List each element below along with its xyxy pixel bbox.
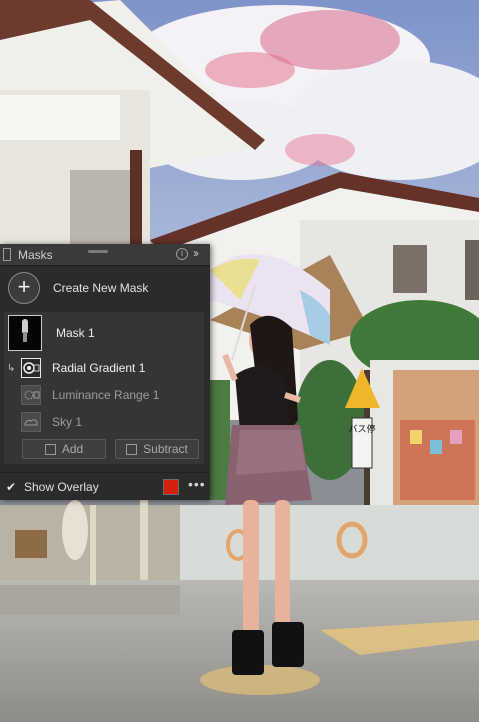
create-new-mask-button[interactable]: +: [8, 272, 40, 304]
masks-panel-header[interactable]: Masks i ››: [0, 244, 210, 266]
subtract-button[interactable]: Subtract: [115, 439, 199, 459]
mask-thumbnail[interactable]: [8, 315, 42, 351]
component-label: Sky 1: [52, 415, 83, 429]
show-overlay-label[interactable]: Show Overlay: [24, 480, 99, 494]
mask-name[interactable]: Mask 1: [56, 326, 95, 340]
radial-gradient-icon[interactable]: [21, 358, 41, 378]
bus-stop-sign-text: バス停: [348, 423, 375, 435]
masks-panel: Masks i ›› + Create New Mask Mask 1 ↳ Ra…: [0, 244, 210, 500]
panel-dock-icon[interactable]: [3, 248, 11, 261]
mask-list: Mask 1 ↳ Radial Gradient 1 Luminance Ran…: [4, 312, 204, 464]
create-new-mask-row[interactable]: + Create New Mask: [0, 266, 210, 310]
luminance-range-icon[interactable]: [21, 385, 41, 405]
panel-title: Masks: [18, 247, 53, 262]
overlay-color-swatch[interactable]: [163, 479, 179, 495]
subtract-button-label: Subtract: [143, 442, 188, 456]
sky-icon[interactable]: [21, 412, 41, 432]
show-overlay-row: ✔ Show Overlay •••: [0, 472, 210, 500]
mask-action-buttons: Add Subtract: [4, 439, 204, 461]
mask-item[interactable]: Mask 1: [4, 312, 204, 354]
component-label: Luminance Range 1: [52, 388, 160, 402]
mask-component-luminance-range[interactable]: Luminance Range 1: [4, 383, 204, 407]
mask-component-sky[interactable]: Sky 1: [4, 410, 204, 434]
component-label: Radial Gradient 1: [52, 361, 146, 375]
info-icon[interactable]: i: [176, 248, 188, 260]
add-mask-icon: [44, 443, 56, 455]
add-button[interactable]: Add: [22, 439, 106, 459]
more-options-icon[interactable]: •••: [188, 476, 206, 492]
add-button-label: Add: [61, 442, 84, 456]
drag-handle[interactable]: [88, 250, 108, 253]
create-new-mask-label: Create New Mask: [53, 281, 149, 295]
double-chevron-right-icon[interactable]: ››: [193, 246, 199, 260]
show-overlay-checkbox[interactable]: ✔: [6, 481, 18, 493]
component-link-arrow-icon: ↳: [7, 362, 16, 374]
mask-component-radial-gradient[interactable]: ↳ Radial Gradient 1: [4, 356, 204, 380]
subtract-mask-icon: [126, 443, 138, 455]
